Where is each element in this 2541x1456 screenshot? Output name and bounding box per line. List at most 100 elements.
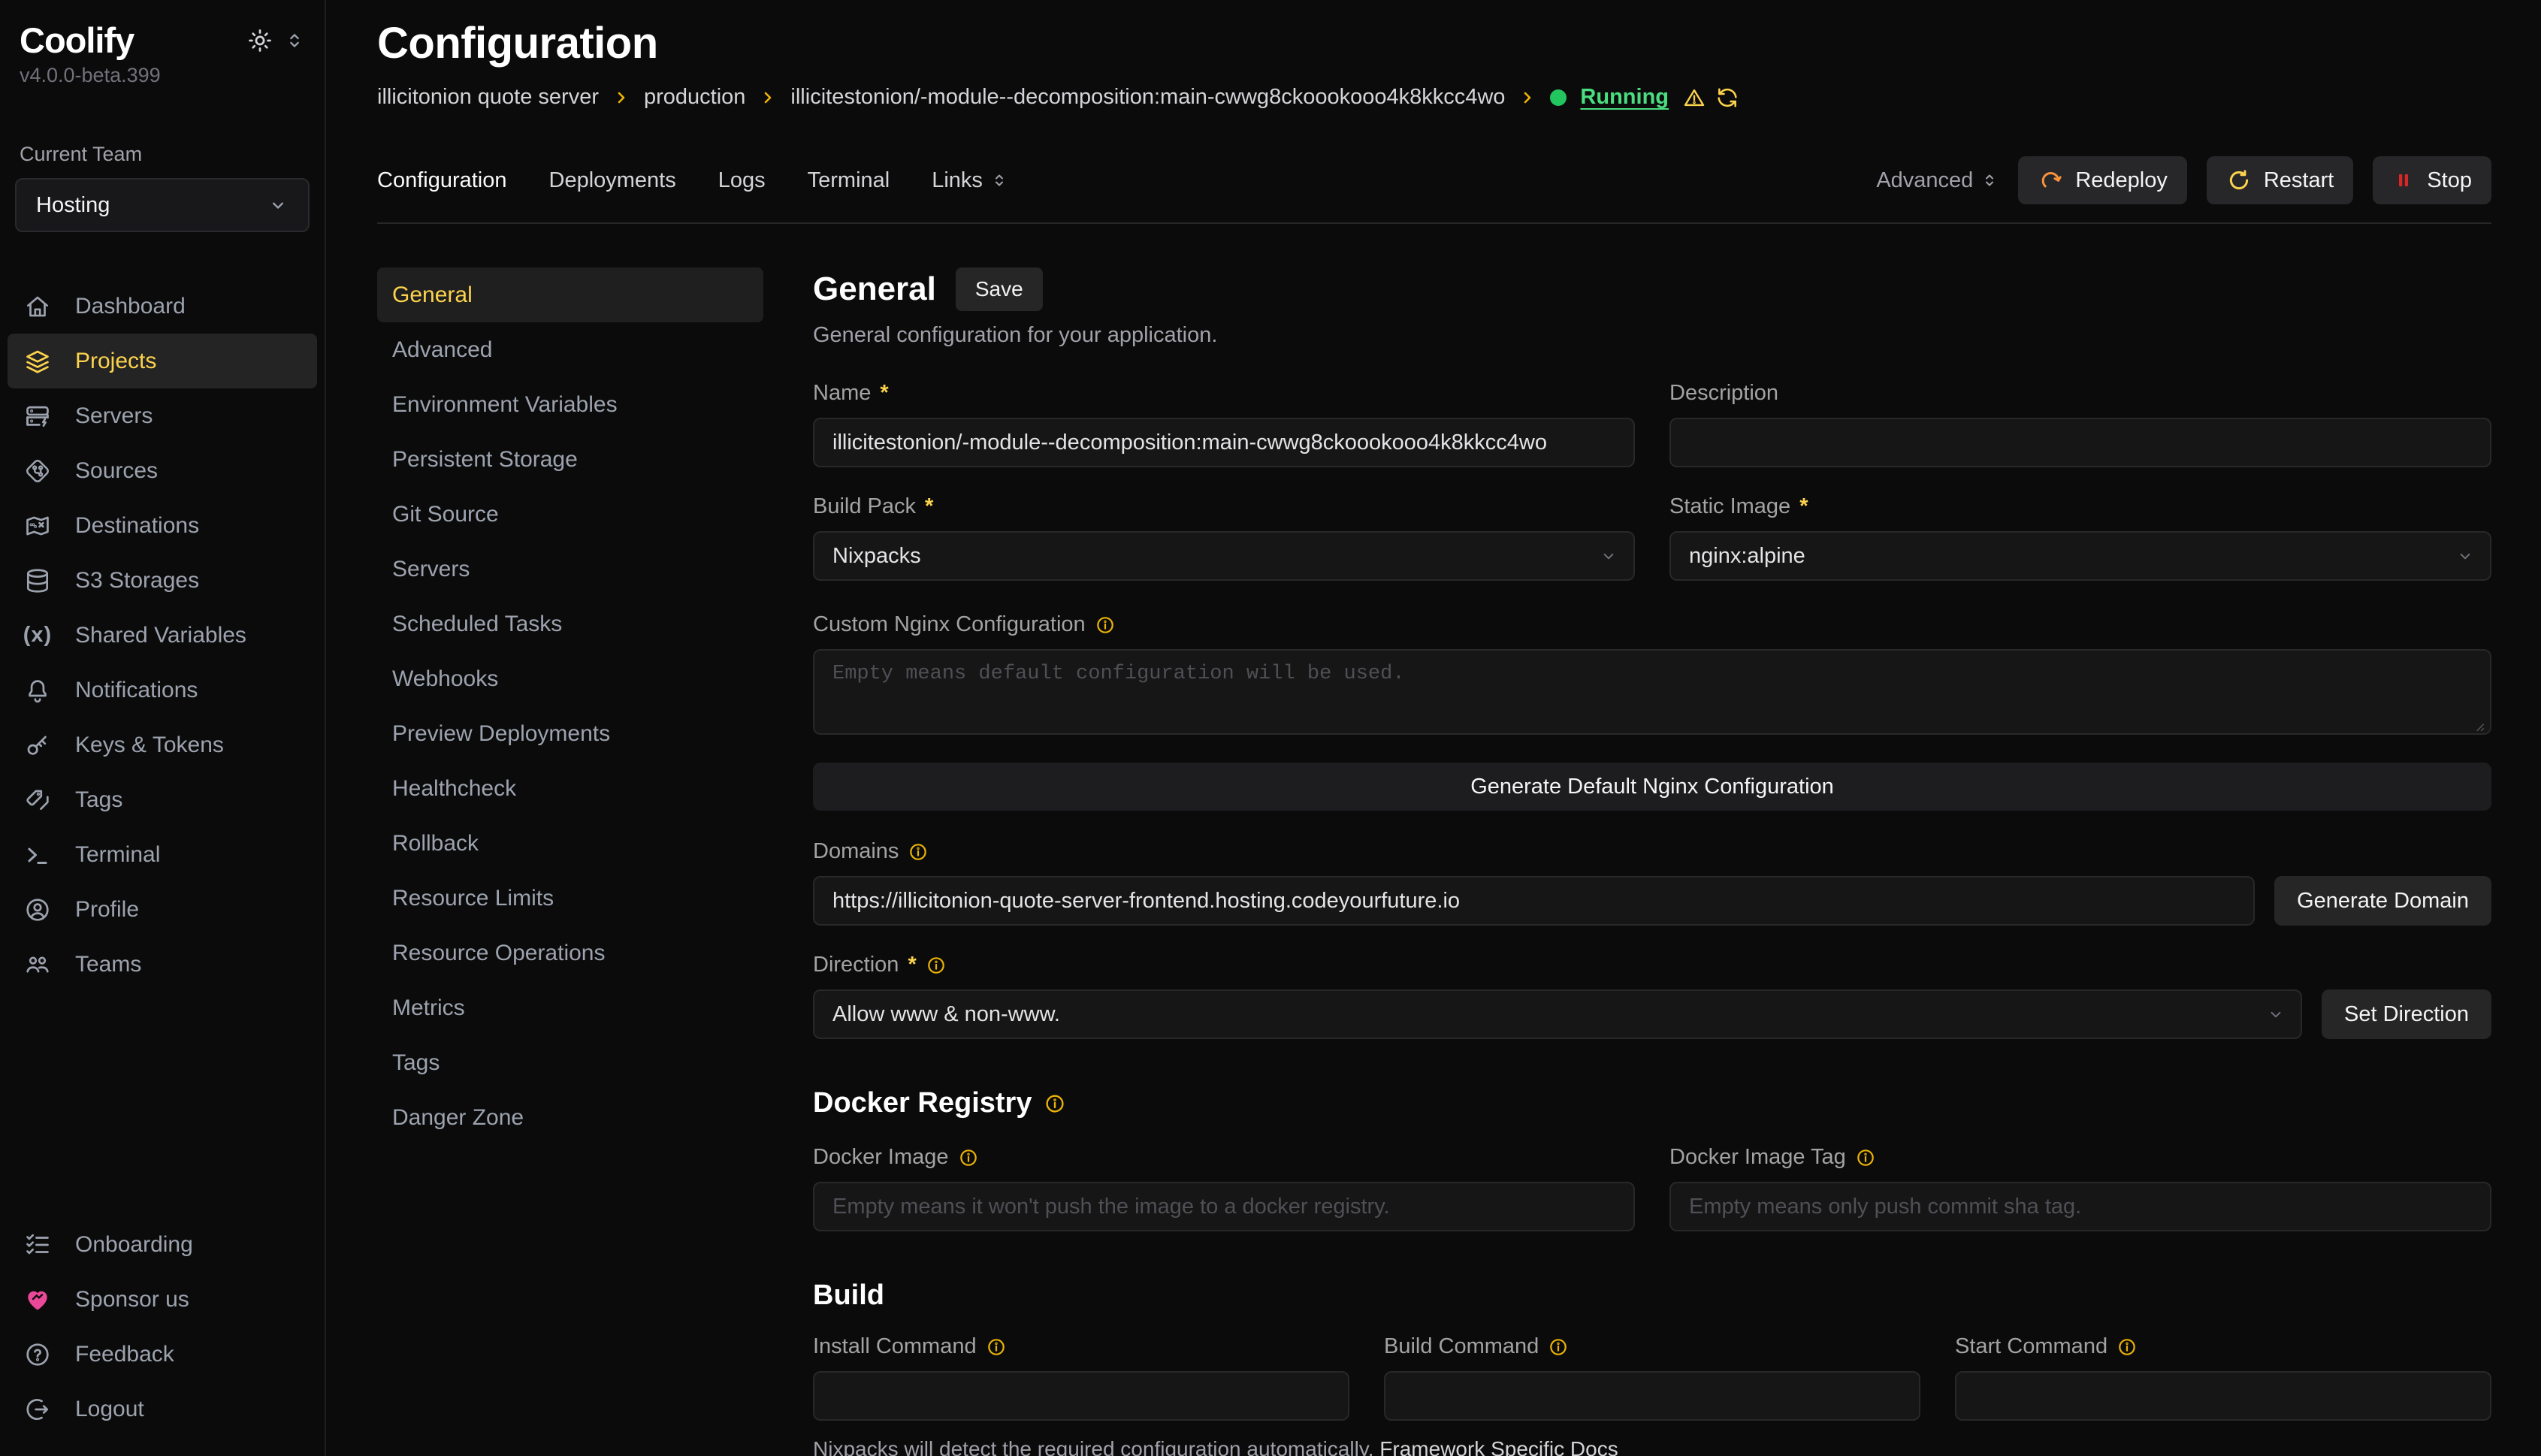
subnav-item-webhooks[interactable]: Webhooks bbox=[377, 651, 763, 706]
version-selector-chevrons-icon[interactable] bbox=[284, 30, 305, 51]
team-select-value: Hosting bbox=[36, 193, 110, 218]
breadcrumb-environment[interactable]: production bbox=[644, 85, 745, 110]
sidebar-item-teams[interactable]: Teams bbox=[8, 937, 317, 992]
resize-handle[interactable] bbox=[2472, 719, 2485, 733]
chevron-right-icon bbox=[612, 89, 630, 107]
subnav-item-persistent-storage[interactable]: Persistent Storage bbox=[377, 432, 763, 487]
name-input[interactable] bbox=[813, 418, 1635, 467]
sidebar-item-label: Sponsor us bbox=[75, 1287, 189, 1313]
sidebar-item-label: Profile bbox=[75, 897, 139, 923]
sidebar-item-onboarding[interactable]: Onboarding bbox=[8, 1217, 317, 1272]
static-image-label: Static Image bbox=[1669, 494, 1790, 519]
sidebar-item-profile[interactable]: Profile bbox=[8, 882, 317, 937]
stop-button[interactable]: Stop bbox=[2373, 156, 2491, 204]
variables-icon: (x) bbox=[21, 623, 54, 648]
subnav-item-environment-variables[interactable]: Environment Variables bbox=[377, 377, 763, 432]
docker-image-tag-input[interactable] bbox=[1669, 1182, 2491, 1231]
domains-label: Domains bbox=[813, 839, 899, 864]
theme-sun-icon[interactable] bbox=[246, 27, 273, 54]
framework-docs-link[interactable]: Framework Specific Docs bbox=[1379, 1437, 1618, 1456]
team-select[interactable]: Hosting bbox=[15, 178, 310, 232]
docker-image-input[interactable] bbox=[813, 1182, 1635, 1231]
advanced-dropdown[interactable]: Advanced bbox=[1876, 168, 1999, 193]
tab-configuration[interactable]: Configuration bbox=[377, 168, 507, 193]
redeploy-icon bbox=[2038, 168, 2063, 193]
subnav-item-resource-operations[interactable]: Resource Operations bbox=[377, 926, 763, 980]
static-image-select[interactable]: nginx:alpine bbox=[1669, 531, 2491, 581]
tags-icon bbox=[21, 786, 54, 814]
heart-hands-icon bbox=[21, 1285, 54, 1314]
sidebar-item-terminal[interactable]: Terminal bbox=[8, 827, 317, 882]
generate-domain-button[interactable]: Generate Domain bbox=[2274, 876, 2491, 926]
warning-triangle-icon[interactable] bbox=[1682, 86, 1706, 110]
subnav-item-general[interactable]: General bbox=[377, 267, 763, 322]
subnav-item-healthcheck[interactable]: Healthcheck bbox=[377, 761, 763, 816]
description-input[interactable] bbox=[1669, 418, 2491, 467]
sidebar-item-sponsor-us[interactable]: Sponsor us bbox=[8, 1272, 317, 1327]
breadcrumb: illicitonion quote server production ill… bbox=[377, 85, 2491, 110]
domains-input[interactable] bbox=[813, 876, 2255, 926]
docker-registry-title: Docker Registry bbox=[813, 1087, 1032, 1119]
chevron-right-icon bbox=[1518, 89, 1536, 107]
subnav-item-advanced[interactable]: Advanced bbox=[377, 322, 763, 377]
subnav-item-scheduled-tasks[interactable]: Scheduled Tasks bbox=[377, 597, 763, 651]
layers-icon bbox=[21, 347, 54, 376]
set-direction-button[interactable]: Set Direction bbox=[2322, 989, 2491, 1039]
subnav-item-preview-deployments[interactable]: Preview Deployments bbox=[377, 706, 763, 761]
generate-nginx-button[interactable]: Generate Default Nginx Configuration bbox=[813, 763, 2491, 811]
sidebar-nav: Dashboard Projects Servers Sources Desti… bbox=[8, 279, 317, 992]
install-command-input[interactable] bbox=[813, 1371, 1349, 1421]
custom-nginx-textarea[interactable] bbox=[813, 649, 2491, 735]
sidebar-item-shared-variables[interactable]: (x) Shared Variables bbox=[8, 608, 317, 663]
breadcrumb-resource[interactable]: illicitestonion/-module--decomposition:m… bbox=[790, 85, 1505, 110]
sidebar-item-sources[interactable]: Sources bbox=[8, 443, 317, 498]
sidebar-item-label: Teams bbox=[75, 952, 141, 977]
chevron-down-icon bbox=[2455, 546, 2475, 566]
refresh-icon[interactable] bbox=[1715, 86, 1739, 110]
user-circle-icon bbox=[21, 896, 54, 924]
current-team-label: Current Team bbox=[8, 143, 317, 166]
sidebar-item-projects[interactable]: Projects bbox=[8, 334, 317, 388]
tab-links[interactable]: Links bbox=[932, 168, 1008, 193]
subnav-item-metrics[interactable]: Metrics bbox=[377, 980, 763, 1035]
sidebar-item-label: Destinations bbox=[75, 513, 199, 539]
server-icon bbox=[21, 402, 54, 430]
subnav-item-git-source[interactable]: Git Source bbox=[377, 487, 763, 542]
save-button[interactable]: Save bbox=[956, 267, 1043, 311]
tabbar-divider bbox=[377, 222, 2491, 224]
subnav-item-resource-limits[interactable]: Resource Limits bbox=[377, 871, 763, 926]
restart-button[interactable]: Restart bbox=[2207, 156, 2353, 204]
name-label: Name bbox=[813, 381, 871, 406]
redeploy-button[interactable]: Redeploy bbox=[2018, 156, 2187, 204]
start-command-input[interactable] bbox=[1955, 1371, 2491, 1421]
sidebar-item-label: Onboarding bbox=[75, 1232, 193, 1258]
bell-icon bbox=[21, 676, 54, 705]
sidebar-item-dashboard[interactable]: Dashboard bbox=[8, 279, 317, 334]
chevron-up-down-icon bbox=[1981, 171, 1999, 189]
tab-terminal[interactable]: Terminal bbox=[808, 168, 890, 193]
sidebar-item-label: Feedback bbox=[75, 1342, 174, 1367]
sidebar-item-label: Servers bbox=[75, 403, 153, 429]
checklist-icon bbox=[21, 1231, 54, 1259]
sidebar-item-notifications[interactable]: Notifications bbox=[8, 663, 317, 717]
sidebar: Coolify v4.0.0-beta.399 Current Team Hos… bbox=[0, 0, 326, 1456]
build-command-input[interactable] bbox=[1384, 1371, 1920, 1421]
sidebar-item-logout[interactable]: Logout bbox=[8, 1382, 317, 1436]
tab-logs[interactable]: Logs bbox=[718, 168, 766, 193]
subnav-item-servers[interactable]: Servers bbox=[377, 542, 763, 597]
status-running-link[interactable]: Running bbox=[1580, 85, 1669, 110]
sidebar-item-keys-tokens[interactable]: Keys & Tokens bbox=[8, 717, 317, 772]
sidebar-item-destinations[interactable]: Destinations bbox=[8, 498, 317, 553]
breadcrumb-project[interactable]: illicitonion quote server bbox=[377, 85, 599, 110]
tab-deployments[interactable]: Deployments bbox=[549, 168, 676, 193]
sidebar-item-tags[interactable]: Tags bbox=[8, 772, 317, 827]
subnav-item-rollback[interactable]: Rollback bbox=[377, 816, 763, 871]
build-pack-select[interactable]: Nixpacks bbox=[813, 531, 1635, 581]
subnav-item-tags[interactable]: Tags bbox=[377, 1035, 763, 1090]
sidebar-item-feedback[interactable]: Feedback bbox=[8, 1327, 317, 1382]
chevron-down-icon bbox=[2266, 1004, 2286, 1024]
direction-select[interactable]: Allow www & non-www. bbox=[813, 989, 2302, 1039]
sidebar-item-s3-storages[interactable]: S3 Storages bbox=[8, 553, 317, 608]
sidebar-item-servers[interactable]: Servers bbox=[8, 388, 317, 443]
subnav-item-danger-zone[interactable]: Danger Zone bbox=[377, 1090, 763, 1145]
